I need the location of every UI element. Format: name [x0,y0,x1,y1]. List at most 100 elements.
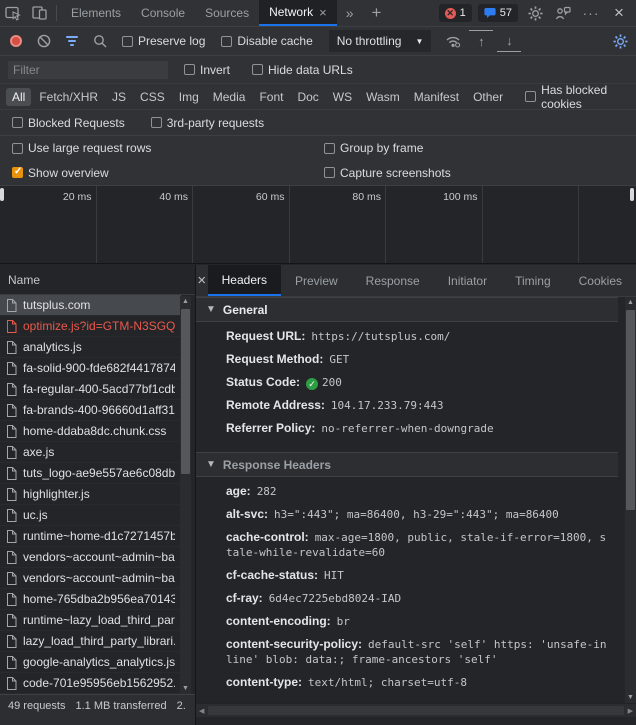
console-errors-badge[interactable]: ✕ 1 [438,4,472,22]
request-row[interactable]: fa-solid-900-fde682f4417874. [0,358,181,379]
network-settings-gear-icon[interactable] [608,30,632,52]
clear-network-log-icon[interactable] [32,30,56,52]
request-list-scrollbar[interactable]: ▲ ▼ [180,296,191,694]
panel-tab[interactable]: Elements × [61,0,131,26]
export-har-icon[interactable]: ↓ [497,30,522,52]
record-network-log-icon[interactable] [4,30,28,52]
request-row[interactable]: home-765dba2b956ea70143. [0,589,181,610]
settings-gear-icon[interactable] [524,2,546,24]
details-horizontal-scrollbar[interactable]: ◀ ▶ [196,703,636,717]
request-row[interactable]: home-ddaba8dc.chunk.css [0,421,181,442]
name-column-header[interactable]: Name [0,265,195,295]
network-overview-timeline[interactable]: 20 ms 40 ms 60 ms 80 ms 100 ms [0,186,636,264]
request-row[interactable]: highlighter.js [0,484,181,505]
issues-badge[interactable]: 57 [477,4,518,22]
resource-type-chip[interactable]: Wasm [360,88,406,106]
invert-checkbox[interactable]: Invert [178,63,236,77]
network-conditions-icon[interactable] [441,30,465,52]
scroll-left-icon[interactable]: ◀ [199,707,204,715]
scrollbar-thumb[interactable] [181,309,190,474]
hide-data-urls-checkbox[interactable]: Hide data URLs [246,63,359,77]
inspect-element-icon[interactable] [0,0,26,26]
checkbox[interactable] [221,35,233,47]
details-tab[interactable]: Cookies [565,265,636,296]
request-row[interactable]: vendors~account~admin~ba. [0,568,181,589]
blocked-requests-checkbox[interactable]: Blocked Requests [6,116,131,130]
filter-row: Invert Hide data URLs [0,56,636,84]
triangle-down-icon: ▼ [206,304,216,315]
request-row[interactable]: fa-regular-400-5acd77bf1cdb. [0,379,181,400]
request-row[interactable]: vendors~account~admin~ba. [0,547,181,568]
throttling-dropdown[interactable]: No throttling ▼ [328,30,432,52]
scroll-down-icon[interactable]: ▼ [627,692,634,703]
resource-type-chip[interactable]: Fetch/XHR [33,88,104,106]
group-by-frame-checkbox[interactable]: Group by frame [318,141,630,155]
panel-tab[interactable]: Network × [259,0,337,26]
resource-type-chip[interactable]: WS [327,88,358,106]
search-icon[interactable] [88,30,112,52]
capture-screenshots-checkbox[interactable]: Capture screenshots [318,166,630,180]
request-row[interactable]: fa-brands-400-96660d1aff31. [0,400,181,421]
document-icon [6,613,17,627]
resource-type-chip[interactable]: Doc [291,88,324,106]
show-overview-checkbox[interactable]: Show overview [6,166,318,180]
disable-cache-checkbox[interactable]: Disable cache [215,34,318,48]
preserve-log-checkbox[interactable]: Preserve log [116,34,211,48]
scroll-up-icon[interactable]: ▲ [627,297,634,308]
resource-type-chip[interactable]: Font [253,88,289,106]
details-tab[interactable]: Initiator [434,265,501,296]
request-row[interactable]: uc.js [0,505,181,526]
request-row[interactable]: runtime~lazy_load_third_part [0,610,181,631]
request-row[interactable]: optimize.js?id=GTM-N3SGQR [0,316,181,337]
request-row[interactable]: code-701e95956eb1562952.. [0,673,181,694]
scrollbar-thumb[interactable] [208,706,624,715]
details-tab[interactable]: Preview [281,265,352,296]
details-tab[interactable]: Headers [207,265,281,296]
more-tabs-icon[interactable]: » [337,0,363,26]
checkbox[interactable] [122,35,133,47]
details-tab[interactable]: Timing [501,265,565,296]
request-row[interactable]: tuts_logo-ae9e557ae6c08db. [0,463,181,484]
feedback-person-icon[interactable] [552,2,574,24]
has-blocked-cookies-checkbox[interactable]: Has blocked cookies [519,83,630,111]
filter-input[interactable] [8,60,168,79]
resource-type-chip[interactable]: Manifest [408,88,465,106]
response-header-rows: age:✓282 alt-svc:✓h3=":443"; ma=86400, h… [196,477,618,698]
details-scrollbar[interactable]: ▲ ▼ [625,297,636,703]
third-party-requests-checkbox[interactable]: 3rd-party requests [145,116,270,130]
request-row[interactable]: lazy_load_third_party_librari.. [0,631,181,652]
request-row[interactable]: axe.js [0,442,181,463]
request-row[interactable]: analytics.js [0,337,181,358]
close-devtools-icon[interactable]: × [608,2,630,24]
scroll-right-icon[interactable]: ▶ [628,707,633,715]
panel-tab[interactable]: Sources × [195,0,259,26]
close-details-icon[interactable]: × [196,265,208,296]
filter-icon[interactable] [60,30,84,52]
device-toolbar-icon[interactable] [26,0,52,26]
scrollbar-thumb[interactable] [626,310,635,510]
details-tab[interactable]: Response [352,265,434,296]
add-tab-icon[interactable]: + [363,0,391,26]
resource-type-chip[interactable]: Img [173,88,205,106]
overview-left-handle[interactable] [0,188,4,201]
resource-type-chip[interactable]: Media [207,88,252,106]
network-options: Use large request rows Group by frame Sh… [0,136,636,186]
request-row[interactable]: google-analytics_analytics.js.. [0,652,181,673]
scroll-down-icon[interactable]: ▼ [182,683,189,694]
resource-type-chip[interactable]: CSS [134,88,171,106]
scroll-up-icon[interactable]: ▲ [182,296,189,307]
more-options-icon[interactable]: ··· [580,2,602,24]
import-har-icon[interactable]: ↑ [469,30,494,52]
resource-type-chip[interactable]: JS [106,88,132,106]
request-row[interactable]: tutsplus.com [0,295,181,316]
overview-right-handle[interactable] [630,188,634,201]
request-row[interactable]: runtime~home-d1c7271457b. [0,526,181,547]
resource-type-chip[interactable]: Other [467,88,509,106]
close-tab-icon[interactable]: × [319,6,327,19]
general-section-header[interactable]: ▼ General [196,297,618,322]
use-large-request-rows-checkbox[interactable]: Use large request rows [6,141,318,155]
response-headers-section-header[interactable]: ▼ Response Headers [196,452,618,477]
panel-tab[interactable]: Console × [131,0,195,26]
resource-type-chip[interactable]: All [6,87,32,106]
header-row: content-encoding:✓br [226,614,350,628]
